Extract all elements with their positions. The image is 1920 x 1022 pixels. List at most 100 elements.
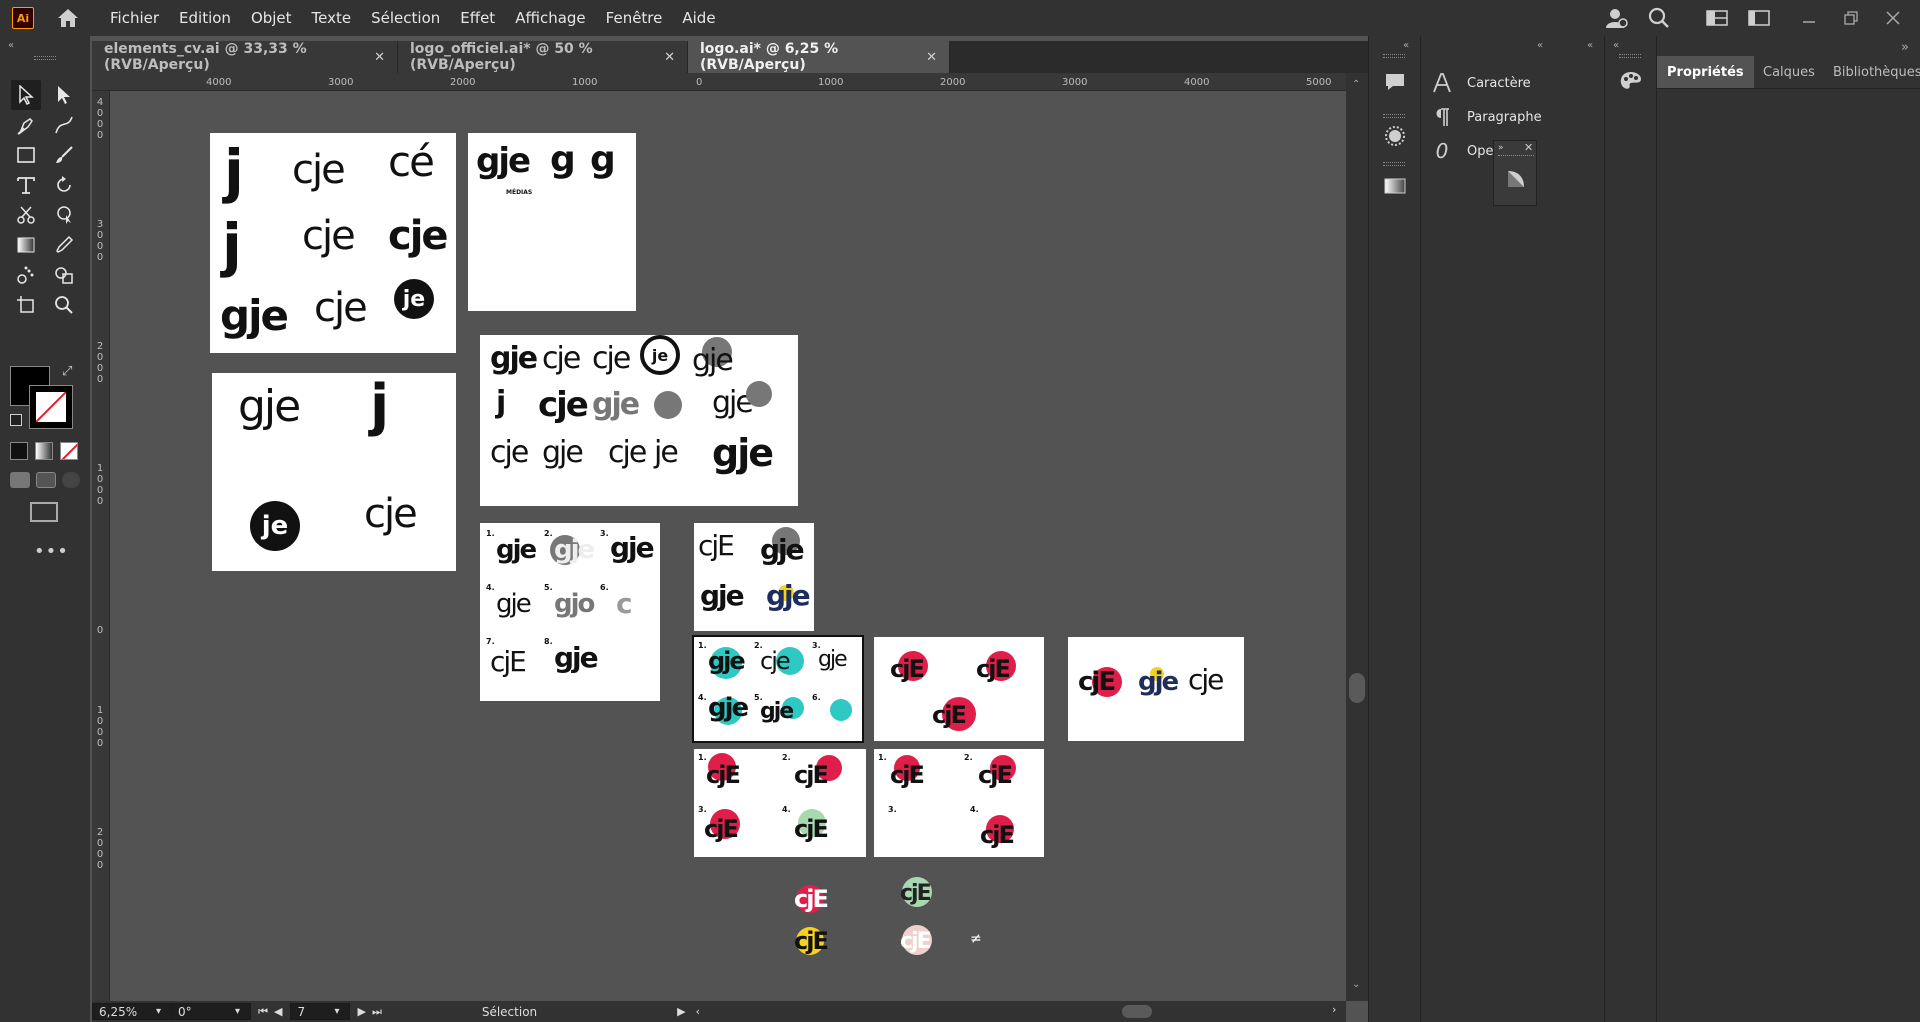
- rotate-tool[interactable]: [49, 170, 79, 200]
- artboard-number-field[interactable]: 7: [290, 1003, 351, 1020]
- gradient-mode-icon[interactable]: [35, 442, 53, 460]
- zoom-tool[interactable]: [49, 290, 79, 320]
- screen-mode-icon[interactable]: [30, 502, 58, 522]
- rectangle-tool[interactable]: [11, 140, 41, 170]
- first-artboard-icon[interactable]: ⏮: [258, 1005, 268, 1019]
- vertical-ruler[interactable]: 4 0 0 0 3 0 0 0 2 0 0 0 1 0 0 0 0 1 0 0 …: [92, 91, 110, 1001]
- search-icon[interactable]: [1644, 3, 1674, 33]
- chevron-down-icon[interactable]: ▾: [235, 1006, 240, 1017]
- color-palette-icon[interactable]: [1615, 66, 1647, 96]
- swap-fill-stroke-icon[interactable]: ⤢: [62, 364, 72, 379]
- artboard-6[interactable]: cjE gje gje gje: [694, 523, 814, 631]
- menu-effet[interactable]: Effet: [450, 9, 505, 27]
- panel-opentype[interactable]: 0 Ope: [1429, 136, 1494, 166]
- panel-caractere[interactable]: Caractère: [1429, 68, 1531, 98]
- close-window-icon[interactable]: [1878, 3, 1908, 33]
- artboard-9[interactable]: cjE gje cje: [1068, 637, 1244, 741]
- scroll-down-icon[interactable]: ⌄: [1352, 979, 1360, 990]
- puppet-warp-tool[interactable]: [49, 200, 79, 230]
- selection-tool[interactable]: [11, 80, 41, 110]
- next-artboard-icon[interactable]: ▶: [357, 1005, 365, 1018]
- dock-grip[interactable]: [1383, 54, 1405, 58]
- prev-artboard-icon[interactable]: ◀: [274, 1005, 282, 1018]
- collapse-dock-icon[interactable]: «: [1403, 40, 1409, 51]
- shape-builder-tool[interactable]: [49, 260, 79, 290]
- collapse-dock-icon[interactable]: «: [1613, 40, 1619, 51]
- scroll-right-icon[interactable]: ›: [1332, 1003, 1336, 1016]
- curvature-tool[interactable]: [49, 110, 79, 140]
- collapse-properties-icon[interactable]: »: [1901, 40, 1909, 55]
- workspace-layout-icon[interactable]: [1702, 3, 1732, 33]
- panel-arrange-icon[interactable]: [1744, 3, 1774, 33]
- chevron-down-icon[interactable]: ▾: [334, 1006, 339, 1017]
- menu-fenetre[interactable]: Fenêtre: [596, 9, 673, 27]
- floating-panel[interactable]: » ✕: [1493, 140, 1537, 206]
- artboard-8[interactable]: cjE cjE cjE: [874, 637, 1044, 741]
- none-mode-icon[interactable]: [60, 442, 78, 460]
- scroll-left-icon[interactable]: ‹: [696, 1005, 700, 1018]
- home-icon[interactable]: [54, 4, 82, 32]
- menu-objet[interactable]: Objet: [241, 9, 302, 27]
- collapse-tools-icon[interactable]: «: [8, 40, 14, 51]
- artboard-11[interactable]: 1. cjE 2. cjE 3. 4. cjE: [874, 749, 1044, 857]
- comments-icon[interactable]: [1381, 68, 1409, 96]
- artboard-7[interactable]: 1. gje 2. cje 3. gje 4. gje 5. gje 6.: [692, 635, 864, 743]
- tab-proprietes[interactable]: Propriétés: [1657, 56, 1754, 88]
- minimize-icon[interactable]: [1794, 3, 1824, 33]
- collapse-dock-icon[interactable]: «: [1537, 40, 1543, 51]
- gradient-panel-icon[interactable]: [1381, 172, 1409, 200]
- pen-tool[interactable]: [11, 110, 41, 140]
- edit-toolbar-icon[interactable]: •••: [34, 541, 69, 562]
- artboard-3[interactable]: gje j je cje: [212, 373, 456, 571]
- vertical-scrollbar[interactable]: ⌃ ⌄: [1346, 73, 1368, 1001]
- brightness-icon[interactable]: [1381, 122, 1409, 150]
- panel-grip[interactable]: [1498, 155, 1534, 159]
- close-tab-icon[interactable]: ✕: [374, 50, 385, 65]
- menu-fichier[interactable]: Fichier: [100, 9, 169, 27]
- menu-affichage[interactable]: Affichage: [505, 9, 595, 27]
- panel-paragraphe[interactable]: Paragraphe: [1429, 102, 1542, 132]
- artboard-tool[interactable]: [11, 290, 41, 320]
- horizontal-ruler[interactable]: 4000 3000 2000 1000 0 1000 2000 3000 400…: [92, 73, 1346, 91]
- close-panel-icon[interactable]: ✕: [1524, 141, 1533, 154]
- restore-icon[interactable]: [1836, 3, 1866, 33]
- close-tab-icon[interactable]: ✕: [664, 50, 675, 65]
- close-tab-icon[interactable]: ✕: [926, 50, 937, 65]
- toolbar-grip[interactable]: [34, 56, 56, 60]
- gradient-tool[interactable]: [11, 230, 41, 260]
- stroke-swatch[interactable]: [29, 385, 73, 429]
- tab-elements-cv[interactable]: elements_cv.ai @ 33,33 % (RVB/Aperçu) ✕: [92, 41, 398, 73]
- type-tool[interactable]: [11, 170, 41, 200]
- status-menu-icon[interactable]: ▶: [677, 1005, 685, 1018]
- user-share-icon[interactable]: [1602, 3, 1632, 33]
- scissors-tool[interactable]: [11, 200, 41, 230]
- last-artboard-icon[interactable]: ⏭: [372, 1005, 382, 1019]
- tab-logo-officiel[interactable]: logo_officiel.ai* @ 50 % (RVB/Aperçu) ✕: [398, 41, 688, 73]
- menu-texte[interactable]: Texte: [302, 9, 362, 27]
- menu-edition[interactable]: Edition: [169, 9, 241, 27]
- tab-bibliotheques[interactable]: Bibliothèques: [1823, 56, 1920, 88]
- paintbrush-tool[interactable]: [49, 140, 79, 170]
- scroll-thumb[interactable]: [1349, 673, 1365, 703]
- chevron-down-icon[interactable]: ▾: [156, 1006, 161, 1017]
- eyedropper-tool[interactable]: [49, 230, 79, 260]
- artboard-5[interactable]: 1. 2. 3. gje gje gje 4. 5. 6. gje gjo c …: [480, 523, 660, 701]
- expand-panel-icon[interactable]: »: [1498, 143, 1504, 153]
- tab-logo[interactable]: logo.ai* @ 6,25 % (RVB/Aperçu) ✕: [688, 41, 950, 73]
- expand-dock-icon[interactable]: «: [1587, 40, 1593, 51]
- horizontal-scroll-thumb[interactable]: [1122, 1005, 1152, 1018]
- dock-grip[interactable]: [1619, 54, 1641, 58]
- draw-normal-icon[interactable]: [10, 472, 30, 488]
- menu-aide[interactable]: Aide: [672, 9, 725, 27]
- symbol-sprayer-tool[interactable]: [11, 260, 41, 290]
- color-mode-icon[interactable]: [10, 442, 28, 460]
- draw-inside-icon[interactable]: [62, 472, 80, 488]
- artboard-1[interactable]: j cje cé j cje cje gje cje je: [210, 133, 456, 353]
- canvas[interactable]: j cje cé j cje cje gje cje je gje MÉDIAS…: [110, 91, 1346, 1001]
- tab-calques[interactable]: Calques: [1753, 56, 1825, 88]
- dock-grip[interactable]: [1383, 114, 1405, 118]
- artboard-10[interactable]: 1. cjE 2. cjE 3. cjE 4. cjE: [694, 749, 866, 857]
- scroll-up-icon[interactable]: ⌃: [1352, 79, 1360, 90]
- draw-behind-icon[interactable]: [36, 472, 56, 488]
- dock-grip[interactable]: [1383, 162, 1405, 166]
